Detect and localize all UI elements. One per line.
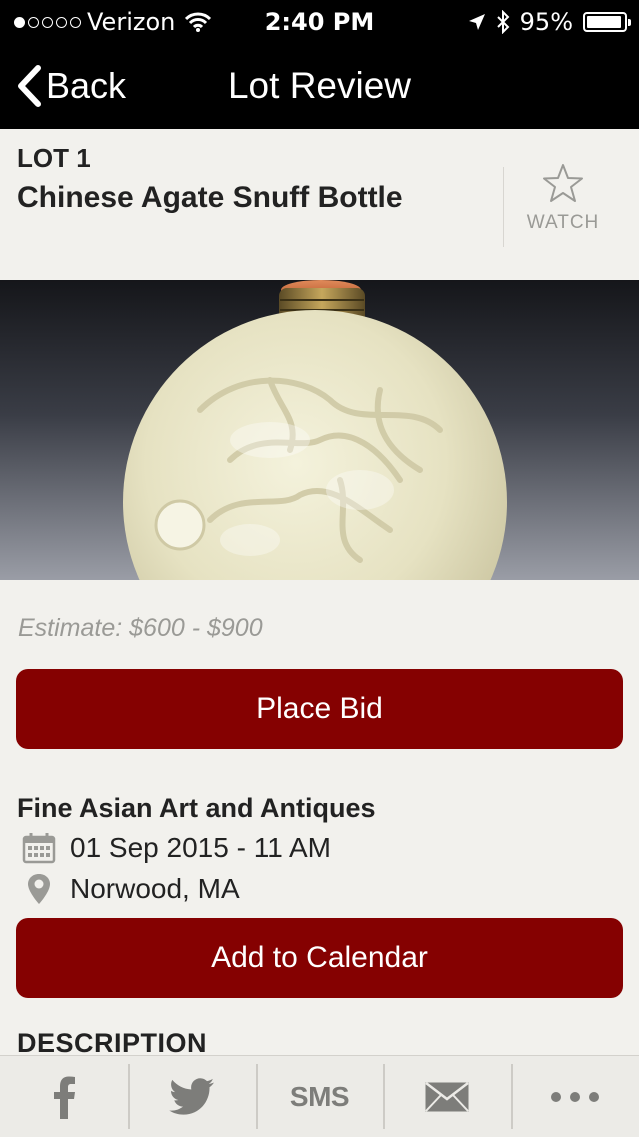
snuff-bottle-photo [0,280,639,580]
more-icon [551,1091,600,1102]
share-bar: SMS [0,1055,639,1137]
lot-image [0,280,639,580]
lot-title: Chinese Agate Snuff Bottle [17,181,403,214]
mail-icon [425,1081,470,1112]
lot-number: LOT 1 [17,143,91,173]
more-button[interactable] [511,1056,639,1137]
location-arrow-icon [468,14,485,30]
sms-share-button[interactable]: SMS [255,1056,384,1137]
sale-location-row: Norwood, MA [22,872,240,906]
sale-location: Norwood, MA [70,873,240,904]
twitter-share-button[interactable] [127,1056,256,1137]
star-icon [543,164,583,202]
sale-title: Fine Asian Art and Antiques [17,793,376,823]
bluetooth-icon [496,10,510,34]
sale-date: 01 Sep 2015 - 11 AM [70,832,331,863]
status-bar: Verizon 2:40 PM 95% [0,0,639,44]
battery-icon [583,12,631,32]
location-pin-icon [28,874,50,904]
nav-bar: Back Lot Review [0,44,639,129]
add-to-calendar-label: Add to Calendar [211,941,428,974]
facebook-share-button[interactable] [0,1056,128,1137]
status-right: 95% [468,8,631,36]
email-share-button[interactable] [383,1056,511,1137]
battery-percent: 95% [519,8,573,36]
sms-label: SMS [289,1080,350,1112]
sale-date-row: 01 Sep 2015 - 11 AM [22,832,331,864]
place-bid-button[interactable]: Place Bid [16,669,623,749]
watch-label: WATCH [526,212,600,233]
page-title: Lot Review [227,65,412,106]
facebook-icon [53,1076,75,1119]
calendar-icon [22,833,56,864]
add-to-calendar-button[interactable]: Add to Calendar [16,918,623,998]
estimate-text: Estimate: $600 - $900 [18,614,263,642]
twitter-icon [168,1077,214,1115]
watch-button[interactable]: WATCH [504,163,622,253]
place-bid-label: Place Bid [256,692,383,725]
lot-header: LOT 1 Chinese Agate Snuff Bottle WATCH [0,129,639,280]
